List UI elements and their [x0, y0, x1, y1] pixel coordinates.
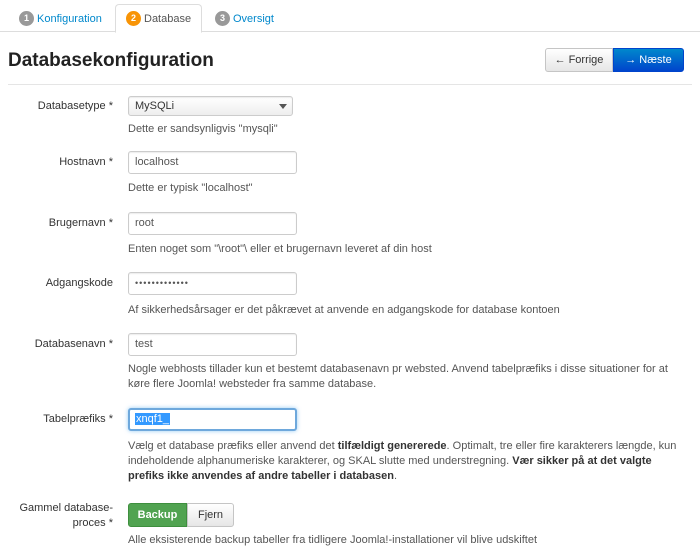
password-label: Adgangskode	[45, 277, 113, 289]
db-name-help: Nogle webhosts tillader kun et bestemt d…	[128, 362, 688, 392]
tab-label: Database	[144, 13, 192, 25]
password-value: •••••••••••••	[135, 278, 189, 288]
header-divider	[8, 84, 692, 85]
host-value: localhost	[135, 156, 179, 168]
page-title: Databasekonfiguration	[8, 50, 214, 71]
db-name-input[interactable]: test	[128, 333, 297, 356]
prefix-help-bold: tilfældigt genererede	[337, 440, 447, 452]
prefix-help-bold: Vær sikker på at det valgte	[512, 455, 652, 467]
tab-label: Konfiguration	[37, 13, 102, 25]
backup-button[interactable]: Backup	[128, 503, 187, 527]
old-db-label: Gammel database- proces *	[0, 501, 113, 531]
step-number-badge: 2	[126, 11, 141, 26]
table-prefix-value: xnqf1_	[135, 413, 171, 425]
host-input[interactable]: localhost	[128, 151, 297, 174]
old-db-label-line: proces *	[72, 517, 113, 529]
installation-steps-tabs: 1 Konfiguration 2 Database 3 Oversigt	[0, 0, 700, 33]
username-help: Enten noget som "\root"\ eller et bruger…	[128, 243, 432, 255]
host-help: Dette er typisk "localhost"	[128, 182, 253, 194]
prefix-help-bold: prefiks ikke anvendes af andre tabeller …	[128, 470, 394, 482]
step-number-badge: 3	[215, 11, 230, 26]
db-name-value: test	[135, 338, 153, 350]
prefix-help-text: .	[393, 470, 398, 482]
username-value: root	[135, 217, 154, 229]
arrow-right-icon: →	[625, 54, 637, 66]
table-prefix-input[interactable]: xnqf1_	[128, 408, 297, 431]
step-number-badge: 1	[19, 11, 34, 26]
prefix-label: Tabelpræfiks *	[43, 413, 113, 425]
arrow-left-icon: ←	[554, 54, 566, 66]
old-db-label-line: Gammel database-	[19, 502, 113, 514]
db-type-value: MySQLi	[135, 100, 175, 112]
db-name-label: Databasenavn *	[34, 338, 113, 350]
old-db-help: Alle eksisterende backup tabeller fra ti…	[128, 534, 538, 546]
tab-label: Oversigt	[233, 13, 274, 25]
prefix-help-text: indeholdende alphanumeriske karakterer, …	[128, 455, 513, 467]
previous-button[interactable]: ← Forrige	[545, 48, 613, 72]
password-input[interactable]: •••••••••••••	[128, 272, 297, 295]
prefix-help: Vælg et database præfiks eller anvend de…	[128, 439, 688, 484]
tab-database[interactable]: 2 Database	[115, 4, 203, 33]
next-button[interactable]: → Næste	[613, 48, 684, 72]
prefix-help-text: . Optimalt, tre eller fire karakterers l…	[446, 440, 677, 452]
db-name-help-line: køre flere Joomla! websteder fra samme d…	[128, 378, 377, 390]
user-label: Brugernavn *	[48, 217, 113, 229]
password-help: Af sikkerhedsårsager er det påkrævet at …	[128, 304, 560, 316]
tab-konfiguration[interactable]: 1 Konfiguration	[8, 4, 113, 33]
prefix-help-text: Vælg et database præfiks eller anvend de…	[128, 440, 338, 452]
username-input[interactable]: root	[128, 212, 297, 235]
next-button-label: Næste	[639, 54, 672, 66]
previous-button-label: Forrige	[568, 54, 604, 66]
tab-oversigt[interactable]: 3 Oversigt	[204, 4, 285, 33]
remove-button[interactable]: Fjern	[187, 503, 234, 527]
chevron-down-icon	[279, 104, 287, 109]
db-type-help: Dette er sandsynligvis "mysqli"	[128, 123, 278, 135]
db-name-help-line: Nogle webhosts tillader kun et bestemt d…	[128, 363, 668, 375]
db-type-select[interactable]: MySQLi	[128, 96, 293, 116]
db-type-label: Databasetype *	[37, 100, 113, 112]
host-label: Hostnavn *	[59, 156, 113, 168]
